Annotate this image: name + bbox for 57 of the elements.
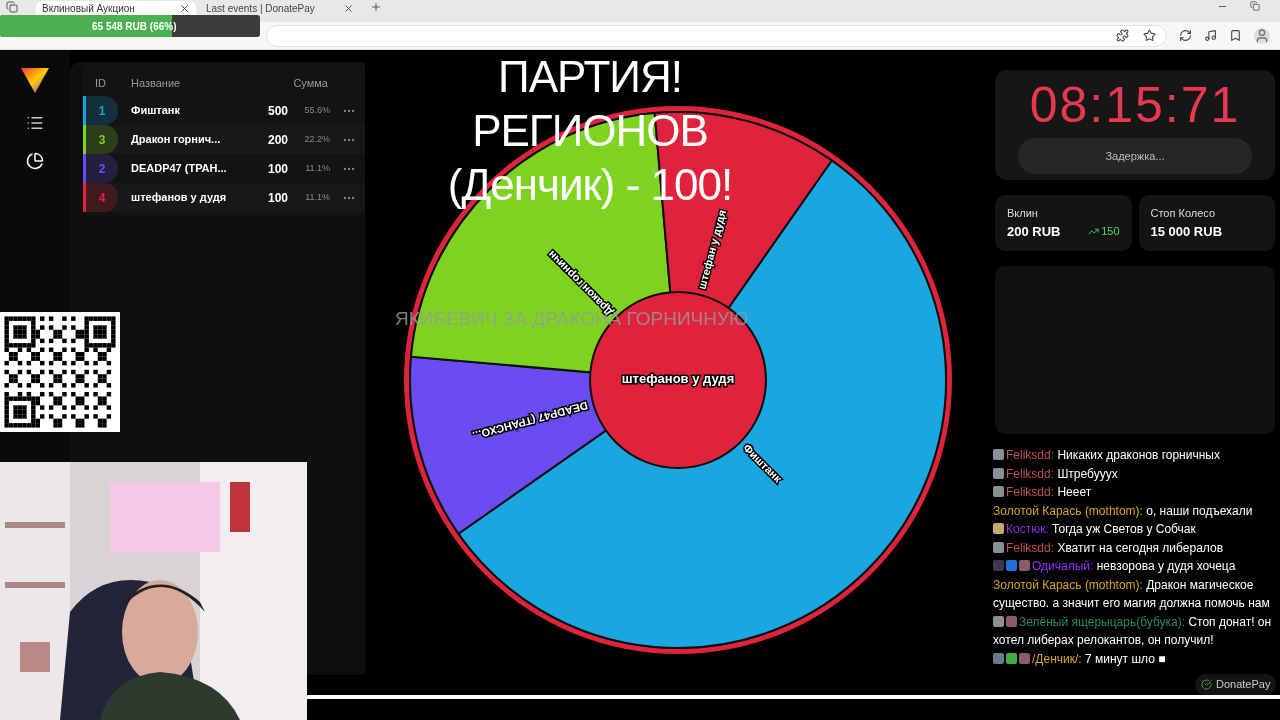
- alert-title: РЕГИОНОВ: [472, 105, 708, 157]
- table-cell-text: DEADP47 (ТРАН...: [130, 161, 228, 177]
- favorite-icon[interactable]: [1143, 29, 1156, 42]
- id-tag: 4: [83, 183, 118, 212]
- countdown-timer: 08:15:71: [1029, 76, 1241, 134]
- stat-label: Вклин: [1007, 206, 1039, 221]
- favorites-icon[interactable]: [1229, 29, 1242, 42]
- new-tab-icon[interactable]: [370, 1, 382, 13]
- id-tag: 3: [83, 125, 118, 154]
- table-cell-text: Фиштанк: [130, 103, 181, 119]
- chat-message: Feliksdd: Штребуууx: [993, 464, 1280, 483]
- chat-message: Костюк: Тогда уж Светов у Собчак: [993, 520, 1280, 539]
- extensions-icon[interactable]: [1116, 29, 1129, 42]
- donatepay-badge: DonatePay: [1195, 674, 1277, 695]
- table-cell-text: 100: [268, 160, 290, 178]
- table-row[interactable]: 3 Дракон горнич... 200 22.2%: [83, 125, 365, 154]
- table-cell-text: 11.1%: [304, 161, 330, 175]
- chat-message: Feliksdd: Нееет: [993, 483, 1280, 502]
- chat-message: /Денчик/: 7 минут шло ■: [993, 649, 1280, 668]
- media-icon[interactable]: [1204, 29, 1217, 42]
- table-row[interactable]: 4 штефанов у дудя 100 11.1%: [83, 183, 365, 212]
- chat-message: Одичалый: невзорова у дудя хочеца: [993, 557, 1280, 576]
- column-header: Сумма: [292, 75, 328, 91]
- chat-message: Feliksdd: Хватит на сегодня либералов: [993, 538, 1280, 557]
- table-cell-text: штефанов у дудя: [130, 190, 228, 206]
- alert-title: ПАРТИЯ!: [498, 51, 682, 103]
- restore-icon[interactable]: [1250, 1, 1260, 11]
- table-cell-text: 11.1%: [304, 190, 330, 204]
- chat-message: Золотой Карась (mothtom): о, наши подъехали: [993, 502, 1254, 520]
- table-cell-text: 100: [268, 189, 290, 207]
- chat-message: Золотой Карась (mothtom): Дракон магическое существо. а значит его магия должна помочь нам: [993, 576, 1271, 612]
- triangle-logo-icon[interactable]: [20, 66, 50, 94]
- stat-value: 15 000 RUB: [1150, 222, 1223, 241]
- sync-icon[interactable]: [1179, 29, 1192, 42]
- chat-message: Зелёный ящерыцарь(бубука): Стоп донат! он хотел либерах релокантов, он получил!: [993, 613, 1273, 649]
- pie-chart-icon[interactable]: [26, 152, 44, 170]
- center-label: штефанов у дудя: [621, 371, 734, 387]
- profile-icon[interactable]: [1254, 27, 1270, 44]
- tab-actions-icon[interactable]: [6, 1, 18, 13]
- table-cell-text: Дракон горнич...: [130, 132, 222, 148]
- table-cell-text: 55.6%: [303, 103, 330, 117]
- table-cell-text: 200: [268, 131, 290, 149]
- delay-button[interactable]: Задержка...: [1018, 138, 1252, 174]
- chat-message: Feliksdd: Никаких драконов горничных: [993, 446, 1280, 465]
- column-header: Название: [130, 75, 182, 91]
- table-cell-text: 22.2%: [303, 132, 330, 146]
- delta-label: 150: [1101, 224, 1120, 239]
- close-icon[interactable]: [343, 2, 354, 14]
- browser-tab[interactable]: Вклиновый Аукцион: [36, 1, 196, 15]
- stat-label: Стоп Колесо: [1150, 206, 1217, 221]
- table-cell-text: 500: [268, 102, 290, 120]
- segment-label: штефан у дудя: [695, 208, 728, 291]
- browser-tab[interactable]: Last events | DonatePay: [200, 1, 360, 15]
- list-icon[interactable]: [26, 114, 44, 132]
- stat-value: 200 RUB: [1007, 222, 1061, 241]
- close-icon[interactable]: [179, 2, 190, 14]
- column-header: ID: [94, 75, 107, 91]
